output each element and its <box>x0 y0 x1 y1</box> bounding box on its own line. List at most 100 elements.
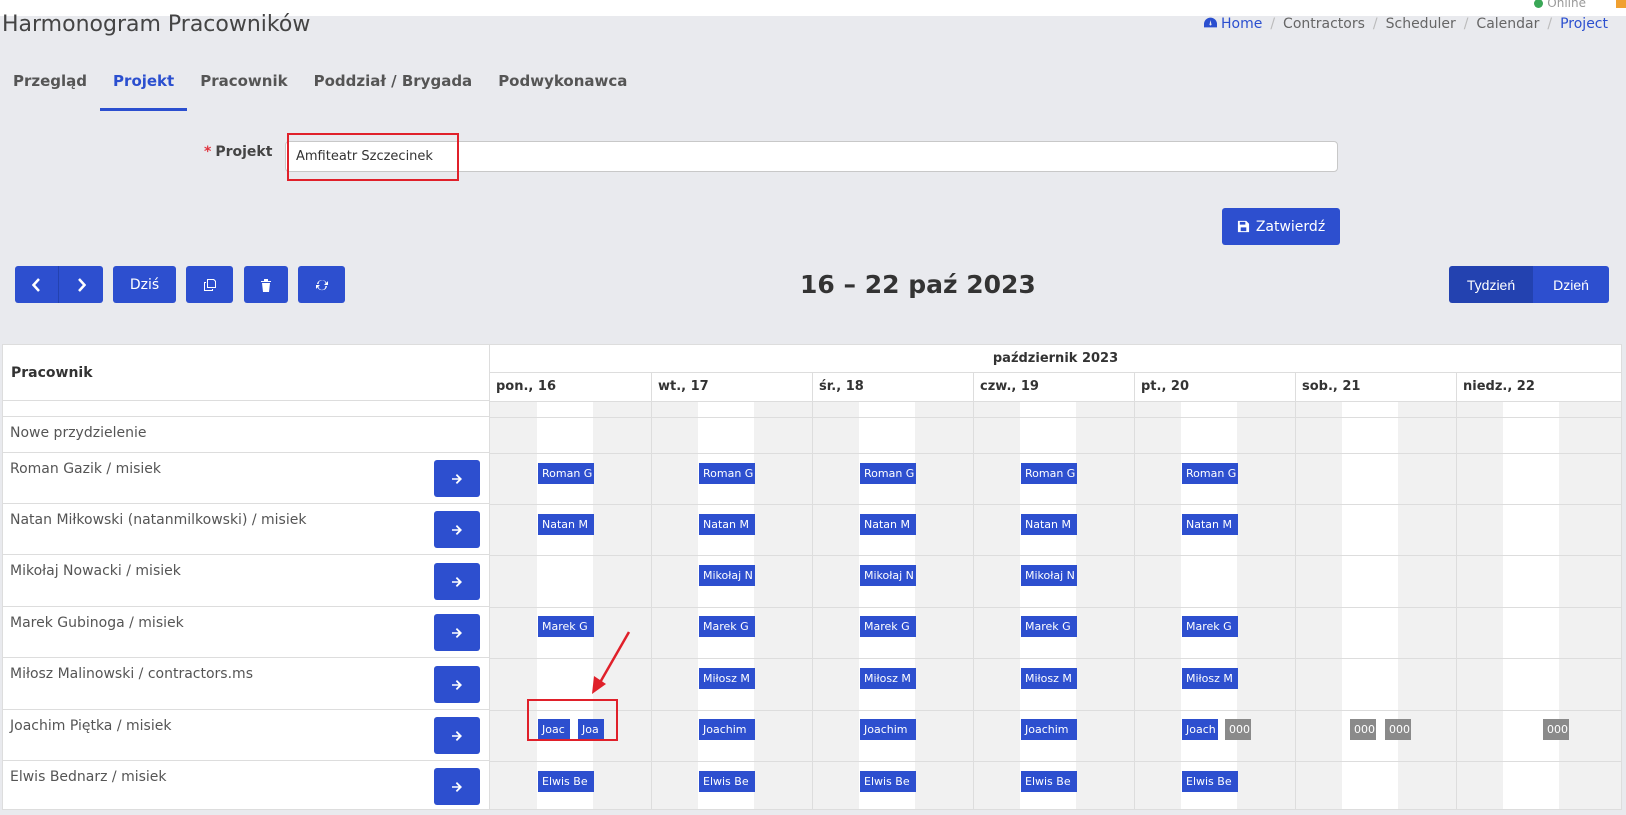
shift-event[interactable]: Joachim <box>699 719 755 740</box>
shift-event[interactable]: Joach <box>1182 719 1218 740</box>
timeline-grid: październik 2023 pon., 16 wt., 17 śr., 1… <box>490 345 1621 809</box>
shift-event[interactable]: Elwis Be <box>538 771 594 792</box>
slot-shade <box>973 402 1020 809</box>
shift-event[interactable]: Miłosz M <box>1021 668 1077 689</box>
row-divider <box>490 504 1621 505</box>
shift-event[interactable]: Miłosz M <box>860 668 916 689</box>
slot-shade <box>1134 402 1181 809</box>
shift-event[interactable]: Natan M <box>699 514 755 535</box>
shift-event[interactable]: Elwis Be <box>699 771 755 792</box>
shift-event[interactable]: Natan M <box>860 514 916 535</box>
shift-event[interactable]: Mikołaj N <box>1021 565 1077 586</box>
tab-przeglad[interactable]: Przegląd <box>0 70 100 111</box>
tab-projekt[interactable]: Projekt <box>100 70 188 111</box>
slot-shade <box>915 402 973 809</box>
resource-open-button[interactable] <box>434 511 480 548</box>
shift-event[interactable]: Miłosz M <box>699 668 755 689</box>
day-divider <box>1295 401 1296 809</box>
copy-button[interactable] <box>186 266 233 303</box>
row-divider <box>490 417 1621 418</box>
resource-row: Roman Gazik / misiek <box>3 453 489 504</box>
view-week-button[interactable]: Tydzień <box>1449 266 1533 303</box>
slot-shade <box>1559 402 1621 809</box>
breadcrumb-scheduler[interactable]: Scheduler <box>1386 16 1456 32</box>
tab-poddzial-brygada[interactable]: Poddział / Brygada <box>301 70 486 111</box>
shift-event[interactable]: Marek G <box>699 616 755 637</box>
shift-event[interactable]: Mikołaj N <box>699 565 755 586</box>
shift-event-other[interactable]: 000 <box>1543 719 1569 740</box>
shift-event[interactable]: Elwis Be <box>1021 771 1077 792</box>
shift-event-other[interactable]: 000 <box>1225 719 1251 740</box>
breadcrumb-separator: / <box>1270 16 1276 32</box>
resource-open-button[interactable] <box>434 666 480 703</box>
shift-event[interactable]: Marek G <box>1182 616 1238 637</box>
resource-name: Nowe przydzielenie <box>10 425 147 441</box>
resource-open-button[interactable] <box>434 768 480 805</box>
resource-open-button[interactable] <box>434 563 480 600</box>
shift-event[interactable]: Natan M <box>1182 514 1238 535</box>
shift-event[interactable]: Elwis Be <box>860 771 916 792</box>
dashboard-icon <box>1203 17 1217 28</box>
project-input[interactable] <box>285 141 1338 172</box>
shift-event[interactable]: Roman G <box>860 463 916 484</box>
today-group: Dziś <box>113 266 176 303</box>
breadcrumb-calendar[interactable]: Calendar <box>1476 16 1539 32</box>
arrow-right-icon <box>452 576 462 587</box>
shift-event[interactable]: Natan M <box>1021 514 1077 535</box>
shift-event[interactable]: Marek G <box>538 616 594 637</box>
shift-event[interactable]: Marek G <box>860 616 916 637</box>
shift-event[interactable]: Joachim <box>1021 719 1077 740</box>
slot-shade <box>1398 402 1456 809</box>
view-day-button[interactable]: Dzień <box>1533 266 1609 303</box>
arrow-right-icon <box>452 679 462 690</box>
tab-podwykonawca[interactable]: Podwykonawca <box>485 70 640 111</box>
delete-button[interactable] <box>244 266 288 303</box>
shift-event[interactable]: Elwis Be <box>1182 771 1238 792</box>
day-header: sob., 21 <box>1295 373 1456 401</box>
breadcrumb-contractors[interactable]: Contractors <box>1283 16 1365 32</box>
resource-row: Joachim Piętka / misiek <box>3 710 489 761</box>
resource-name: Miłosz Malinowski / contractors.ms <box>10 666 253 682</box>
refresh-button[interactable] <box>298 266 345 303</box>
shift-event[interactable]: Roman G <box>699 463 755 484</box>
resource-name: Natan Miłkowski (natanmilkowski) / misie… <box>10 512 307 528</box>
prev-button[interactable] <box>15 266 59 303</box>
resource-open-button[interactable] <box>434 460 480 497</box>
submit-button[interactable]: Zatwierdź <box>1222 208 1340 245</box>
row-divider <box>490 453 1621 454</box>
next-button[interactable] <box>59 266 103 303</box>
row-divider <box>490 761 1621 762</box>
shift-event[interactable]: Natan M <box>538 514 594 535</box>
shift-event-other[interactable]: 000 <box>1350 719 1376 740</box>
shift-event[interactable]: Roman G <box>1182 463 1238 484</box>
chevron-right-icon <box>77 277 86 292</box>
breadcrumb: Home / Contractors / Scheduler / Calenda… <box>1203 16 1608 32</box>
slot-shade <box>754 402 812 809</box>
arrow-right-icon <box>452 524 462 535</box>
slot-shade <box>651 402 698 809</box>
tab-pracownik[interactable]: Pracownik <box>187 70 300 111</box>
resource-name: Mikołaj Nowacki / misiek <box>10 563 181 579</box>
page-title: Harmonogram Pracowników <box>2 12 311 37</box>
breadcrumb-home[interactable]: Home <box>1203 16 1262 32</box>
resource-name: Elwis Bednarz / misiek <box>10 769 167 785</box>
trash-icon <box>261 278 271 292</box>
shift-event-other[interactable]: 000 <box>1385 719 1411 740</box>
breadcrumb-project[interactable]: Project <box>1560 16 1608 32</box>
view-switch: Tydzień Dzień <box>1449 266 1609 303</box>
today-button[interactable]: Dziś <box>113 266 176 303</box>
shift-event[interactable]: Roman G <box>538 463 594 484</box>
shift-event[interactable]: Joac <box>538 719 570 740</box>
row-divider <box>490 607 1621 608</box>
slot-shade <box>1295 402 1342 809</box>
shift-event[interactable]: Marek G <box>1021 616 1077 637</box>
shift-event[interactable]: Joa <box>578 719 604 740</box>
shift-event[interactable]: Miłosz M <box>1182 668 1238 689</box>
shift-event[interactable]: Joachim <box>860 719 916 740</box>
day-header: pt., 20 <box>1134 373 1295 401</box>
day-divider <box>812 401 813 809</box>
shift-event[interactable]: Roman G <box>1021 463 1077 484</box>
resource-open-button[interactable] <box>434 614 480 651</box>
resource-open-button[interactable] <box>434 717 480 754</box>
shift-event[interactable]: Mikołaj N <box>860 565 916 586</box>
